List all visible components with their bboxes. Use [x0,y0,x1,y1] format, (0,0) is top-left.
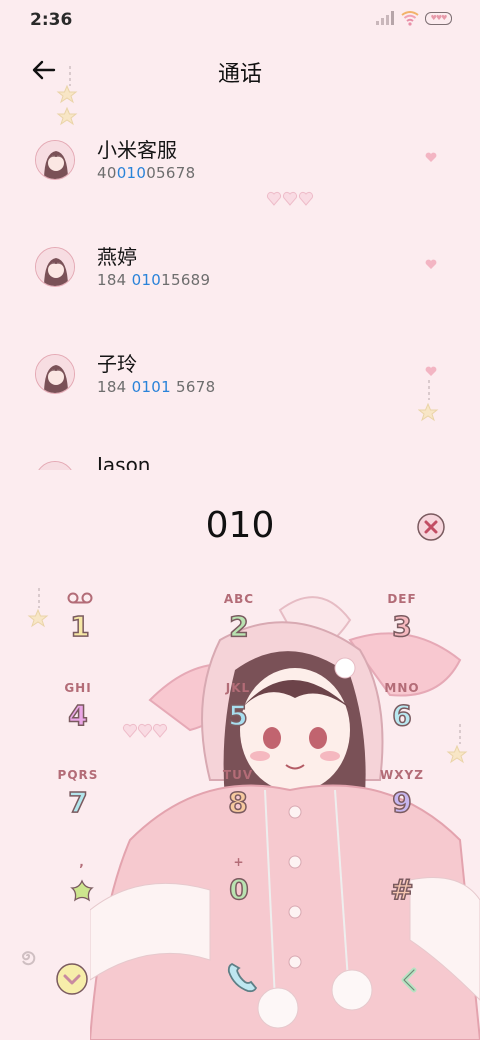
heart-icon [425,152,437,162]
clear-icon[interactable] [416,512,446,542]
avatar [35,247,75,287]
key-letters: PQRS [57,768,99,782]
hearts-decoration-icon [122,723,168,738]
call-icon[interactable] [222,958,262,998]
collapse-keypad-icon[interactable] [54,961,90,997]
key-6[interactable]: MNO 6 [352,681,452,761]
key-digit: 0 [229,872,250,907]
contact-name: Jason [97,453,151,470]
contact-name: 燕婷 [97,245,137,269]
number-suffix: 05678 [146,164,196,182]
avatar-icon [36,248,74,286]
key-digit: 2 [229,609,250,644]
status-bar: 2:36 ♥♥♥ [0,0,480,40]
key-pound[interactable]: # [352,855,452,935]
key-7[interactable]: PQRS 7 [28,768,128,848]
key-letters [352,855,452,871]
backspace-icon[interactable] [392,962,428,998]
key-digit: 7 [68,785,89,820]
contact-list: 小米客服 4001005678 燕婷 184 01015689 子玲 184 0… [0,110,480,470]
star-decoration-icon [418,366,439,422]
voicemail-icon [30,592,130,608]
signal-icon [376,11,394,25]
dialer-screen: 2:36 ♥♥♥ 通话 小米客服 4001005678 燕婷 184 01015… [0,0,480,1040]
number-prefix: 184 [97,271,132,289]
avatar [35,354,75,394]
contact-number: 184 01015689 [97,271,210,289]
wifi-icon [401,11,419,26]
star-icon [32,877,132,910]
key-4[interactable]: GHI 4 [28,681,128,761]
contact-row[interactable]: 小米客服 4001005678 [0,130,480,230]
key-digit: 9 [392,785,413,820]
key-2[interactable]: ABC 2 [189,592,289,672]
number-suffix: 5678 [170,378,216,396]
key-digit: 1 [70,609,91,644]
contact-name: 小米客服 [97,138,177,162]
avatar [35,461,75,470]
contact-row[interactable]: 子玲 184 0101 5678 [0,344,480,444]
status-icons: ♥♥♥ [375,10,452,26]
key-digit: 4 [68,698,89,733]
key-5[interactable]: JKL 5 [188,681,288,761]
avatar-icon [36,462,74,470]
key-star[interactable]: , [32,855,132,935]
key-0[interactable]: + 0 [189,855,289,935]
swirl-icon [22,951,36,966]
key-digit: 8 [228,785,249,820]
key-letters: GHI [64,681,92,695]
key-digit: 3 [392,609,413,644]
key-letters: JKL [225,681,251,695]
key-letters: + [233,855,245,869]
key-1[interactable]: 1 [30,592,130,672]
contact-row[interactable]: 燕婷 184 01015689 [0,237,480,337]
number-suffix: 15689 [161,271,211,289]
key-digit: # [390,872,415,907]
avatar-icon [36,141,74,179]
contact-row[interactable]: Jason [0,451,480,470]
key-3[interactable]: DEF 3 [352,592,452,672]
number-match: 0101 [131,378,171,396]
key-letters: TUV [222,768,254,782]
status-time: 2:36 [30,10,73,30]
key-letters: MNO [384,681,420,695]
contact-name: 子玲 [97,352,137,376]
contact-number: 184 0101 5678 [97,378,215,396]
key-letters: WXYZ [380,768,424,782]
battery-hearts: ♥♥♥ [430,14,448,22]
key-8[interactable]: TUV 8 [188,768,288,848]
avatar [35,140,75,180]
battery-icon: ♥♥♥ [425,11,452,25]
key-9[interactable]: WXYZ 9 [352,768,452,848]
key-digit: 6 [392,698,413,733]
dialed-number: 010 [205,505,275,546]
contact-number: 4001005678 [97,164,195,182]
number-prefix: 184 [97,378,132,396]
key-letters: DEF [387,592,417,606]
avatar-icon [36,355,74,393]
number-match: 010 [116,164,147,182]
key-letters: , [79,855,85,869]
heart-icon [425,259,437,269]
key-digit: 5 [228,698,249,733]
key-letters: ABC [223,592,255,606]
number-match: 010 [131,271,162,289]
number-prefix: 40 [97,164,117,182]
